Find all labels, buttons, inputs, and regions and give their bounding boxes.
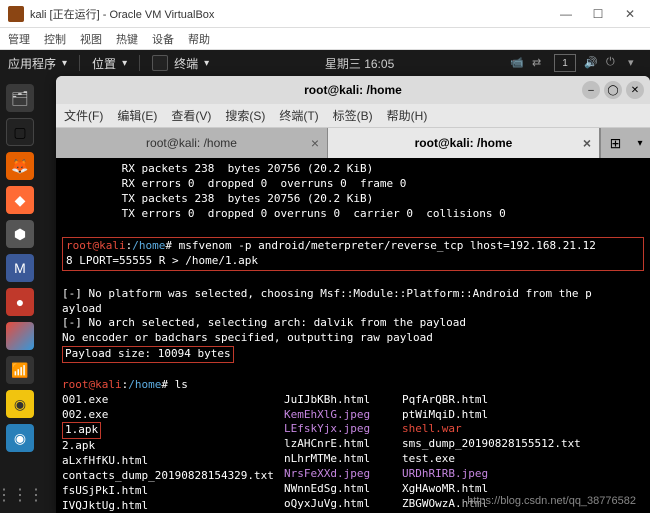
- divider: [79, 55, 80, 71]
- close-button[interactable]: ✕: [618, 4, 642, 24]
- kali-desktop: 🗂 ▢ 🦊 ◆ ⬢ M ● 📶 ◉ ◉ ⋮⋮⋮ root@kali: /home…: [0, 76, 650, 513]
- chevron-down-icon: ▾: [62, 58, 67, 69]
- terminal-output[interactable]: RX packets 238 bytes 20756 (20.2 KiB) RX…: [56, 158, 650, 513]
- colorpicker-icon[interactable]: [6, 322, 34, 350]
- clock[interactable]: 星期三 16:05: [209, 55, 510, 72]
- menu-control[interactable]: 控制: [44, 31, 66, 47]
- kali-topbar: 应用程序▾ 位置▾ 终端▾ 星期三 16:05 📹 ⇄ 1 🔊 ⏻ ▾: [0, 50, 650, 76]
- chevron-down-icon[interactable]: ▾: [628, 56, 642, 70]
- tab-2[interactable]: root@kali: /home ×: [328, 128, 600, 158]
- terminal-app[interactable]: 终端: [174, 55, 198, 72]
- terminal-launcher-icon[interactable]: ▢: [6, 118, 34, 146]
- app-icon[interactable]: ◉: [6, 390, 34, 418]
- terminal-window: root@kali: /home – ◯ ✕ 文件(F) 编辑(E) 查看(V)…: [56, 76, 650, 513]
- msfvenom-command-box: root@kali:/home# msfvenom -p android/met…: [62, 237, 644, 271]
- out-platform: [-] No platform was selected, choosing M…: [62, 287, 592, 300]
- tab-label: root@kali: /home: [415, 136, 513, 150]
- menu-terminal[interactable]: 终端(T): [279, 107, 318, 124]
- prompt-path: /home: [132, 239, 165, 252]
- prompt-user: root@kali: [62, 378, 122, 391]
- out-arch: [-] No arch selected, selecting arch: da…: [62, 316, 466, 329]
- menu-search[interactable]: 搜索(S): [225, 107, 265, 124]
- net-tx-errors: TX errors 0 dropped 0 overruns 0 carrier…: [62, 207, 506, 220]
- maximize-button[interactable]: ☐: [586, 4, 610, 24]
- volume-icon[interactable]: 🔊: [584, 56, 598, 70]
- term-maximize-button[interactable]: ◯: [604, 81, 622, 99]
- ls-cmd: ls: [175, 378, 188, 391]
- cherrytree-icon[interactable]: ●: [6, 288, 34, 316]
- places-menu[interactable]: 位置: [92, 55, 116, 72]
- net-rx-errors: RX errors 0 dropped 0 overruns 0 frame 0: [62, 177, 406, 190]
- menu-help[interactable]: 帮助: [188, 31, 210, 47]
- menu-manage[interactable]: 管理: [8, 31, 30, 47]
- menu-tabs[interactable]: 标签(B): [333, 107, 373, 124]
- out-platform2: ayload: [62, 302, 102, 315]
- kali-dock: 🗂 ▢ 🦊 ◆ ⬢ M ● 📶 ◉ ◉ ⋮⋮⋮: [0, 76, 40, 513]
- app-icon[interactable]: ◉: [6, 424, 34, 452]
- camera-icon[interactable]: 📹: [510, 56, 524, 70]
- tab-1[interactable]: root@kali: /home ×: [56, 128, 328, 158]
- term-close-button[interactable]: ✕: [626, 81, 644, 99]
- vbox-icon: [8, 6, 24, 22]
- menu-devices[interactable]: 设备: [152, 31, 174, 47]
- tab-dropdown[interactable]: ▾: [630, 128, 650, 158]
- terminal-menubar: 文件(F) 编辑(E) 查看(V) 搜索(S) 终端(T) 标签(B) 帮助(H…: [56, 104, 650, 128]
- vbox-titlebar: kali [正在运行] - Oracle VM VirtualBox — ☐ ✕: [0, 0, 650, 28]
- menu-hotkeys[interactable]: 热键: [116, 31, 138, 47]
- tab-close-button[interactable]: ×: [311, 135, 319, 151]
- firefox-icon[interactable]: 🦊: [6, 152, 34, 180]
- apps-menu[interactable]: 应用程序: [8, 55, 56, 72]
- prompt-user: root@kali: [66, 239, 126, 252]
- apk-file-box: 1.apk: [62, 422, 101, 439]
- tab-close-button[interactable]: ×: [583, 135, 591, 151]
- term-minimize-button[interactable]: –: [582, 81, 600, 99]
- terminal-icon: [152, 55, 168, 71]
- wireless-icon[interactable]: 📶: [6, 356, 34, 384]
- terminal-title: root@kali: /home: [304, 83, 402, 97]
- net-tx-packets: TX packets 238 bytes 20756 (20.2 KiB): [62, 192, 373, 205]
- menu-view[interactable]: 查看(V): [171, 107, 211, 124]
- divider: [139, 55, 140, 71]
- menu-edit[interactable]: 编辑(E): [117, 107, 157, 124]
- vbox-title: kali [正在运行] - Oracle VM VirtualBox: [30, 6, 554, 22]
- vbox-menubar: 管理 控制 视图 热键 设备 帮助: [0, 28, 650, 50]
- terminal-tabs: root@kali: /home × root@kali: /home × ⊞ …: [56, 128, 650, 158]
- metasploit-icon[interactable]: M: [6, 254, 34, 282]
- network-icon[interactable]: ⇄: [532, 56, 546, 70]
- burp-icon[interactable]: ◆: [6, 186, 34, 214]
- minimize-button[interactable]: —: [554, 4, 578, 24]
- menu-view[interactable]: 视图: [80, 31, 102, 47]
- menu-help[interactable]: 帮助(H): [387, 107, 428, 124]
- prompt-path: /home: [128, 378, 161, 391]
- watermark: https://blog.csdn.net/qq_38776582: [461, 493, 642, 509]
- files-icon[interactable]: 🗂: [6, 84, 34, 112]
- chevron-down-icon: ▾: [122, 58, 127, 69]
- menu-file[interactable]: 文件(F): [64, 107, 103, 124]
- payload-size-box: Payload size: 10094 bytes: [62, 346, 234, 363]
- msf-cmd-1: msfvenom -p android/meterpreter/reverse_…: [179, 239, 596, 252]
- net-rx-packets: RX packets 238 bytes 20756 (20.2 KiB): [62, 162, 373, 175]
- out-encoder: No encoder or badchars specified, output…: [62, 331, 433, 344]
- tab-label: root@kali: /home: [146, 136, 237, 150]
- terminal-titlebar[interactable]: root@kali: /home – ◯ ✕: [56, 76, 650, 104]
- workspace-indicator[interactable]: 1: [554, 54, 576, 72]
- power-icon[interactable]: ⏻: [606, 56, 620, 70]
- msf-cmd-2: 8 LPORT=55555 R > /home/1.apk: [66, 254, 258, 267]
- zenmap-icon[interactable]: ⬢: [6, 220, 34, 248]
- new-tab-button[interactable]: ⊞: [600, 128, 630, 158]
- show-apps-icon[interactable]: ⋮⋮⋮: [0, 485, 44, 505]
